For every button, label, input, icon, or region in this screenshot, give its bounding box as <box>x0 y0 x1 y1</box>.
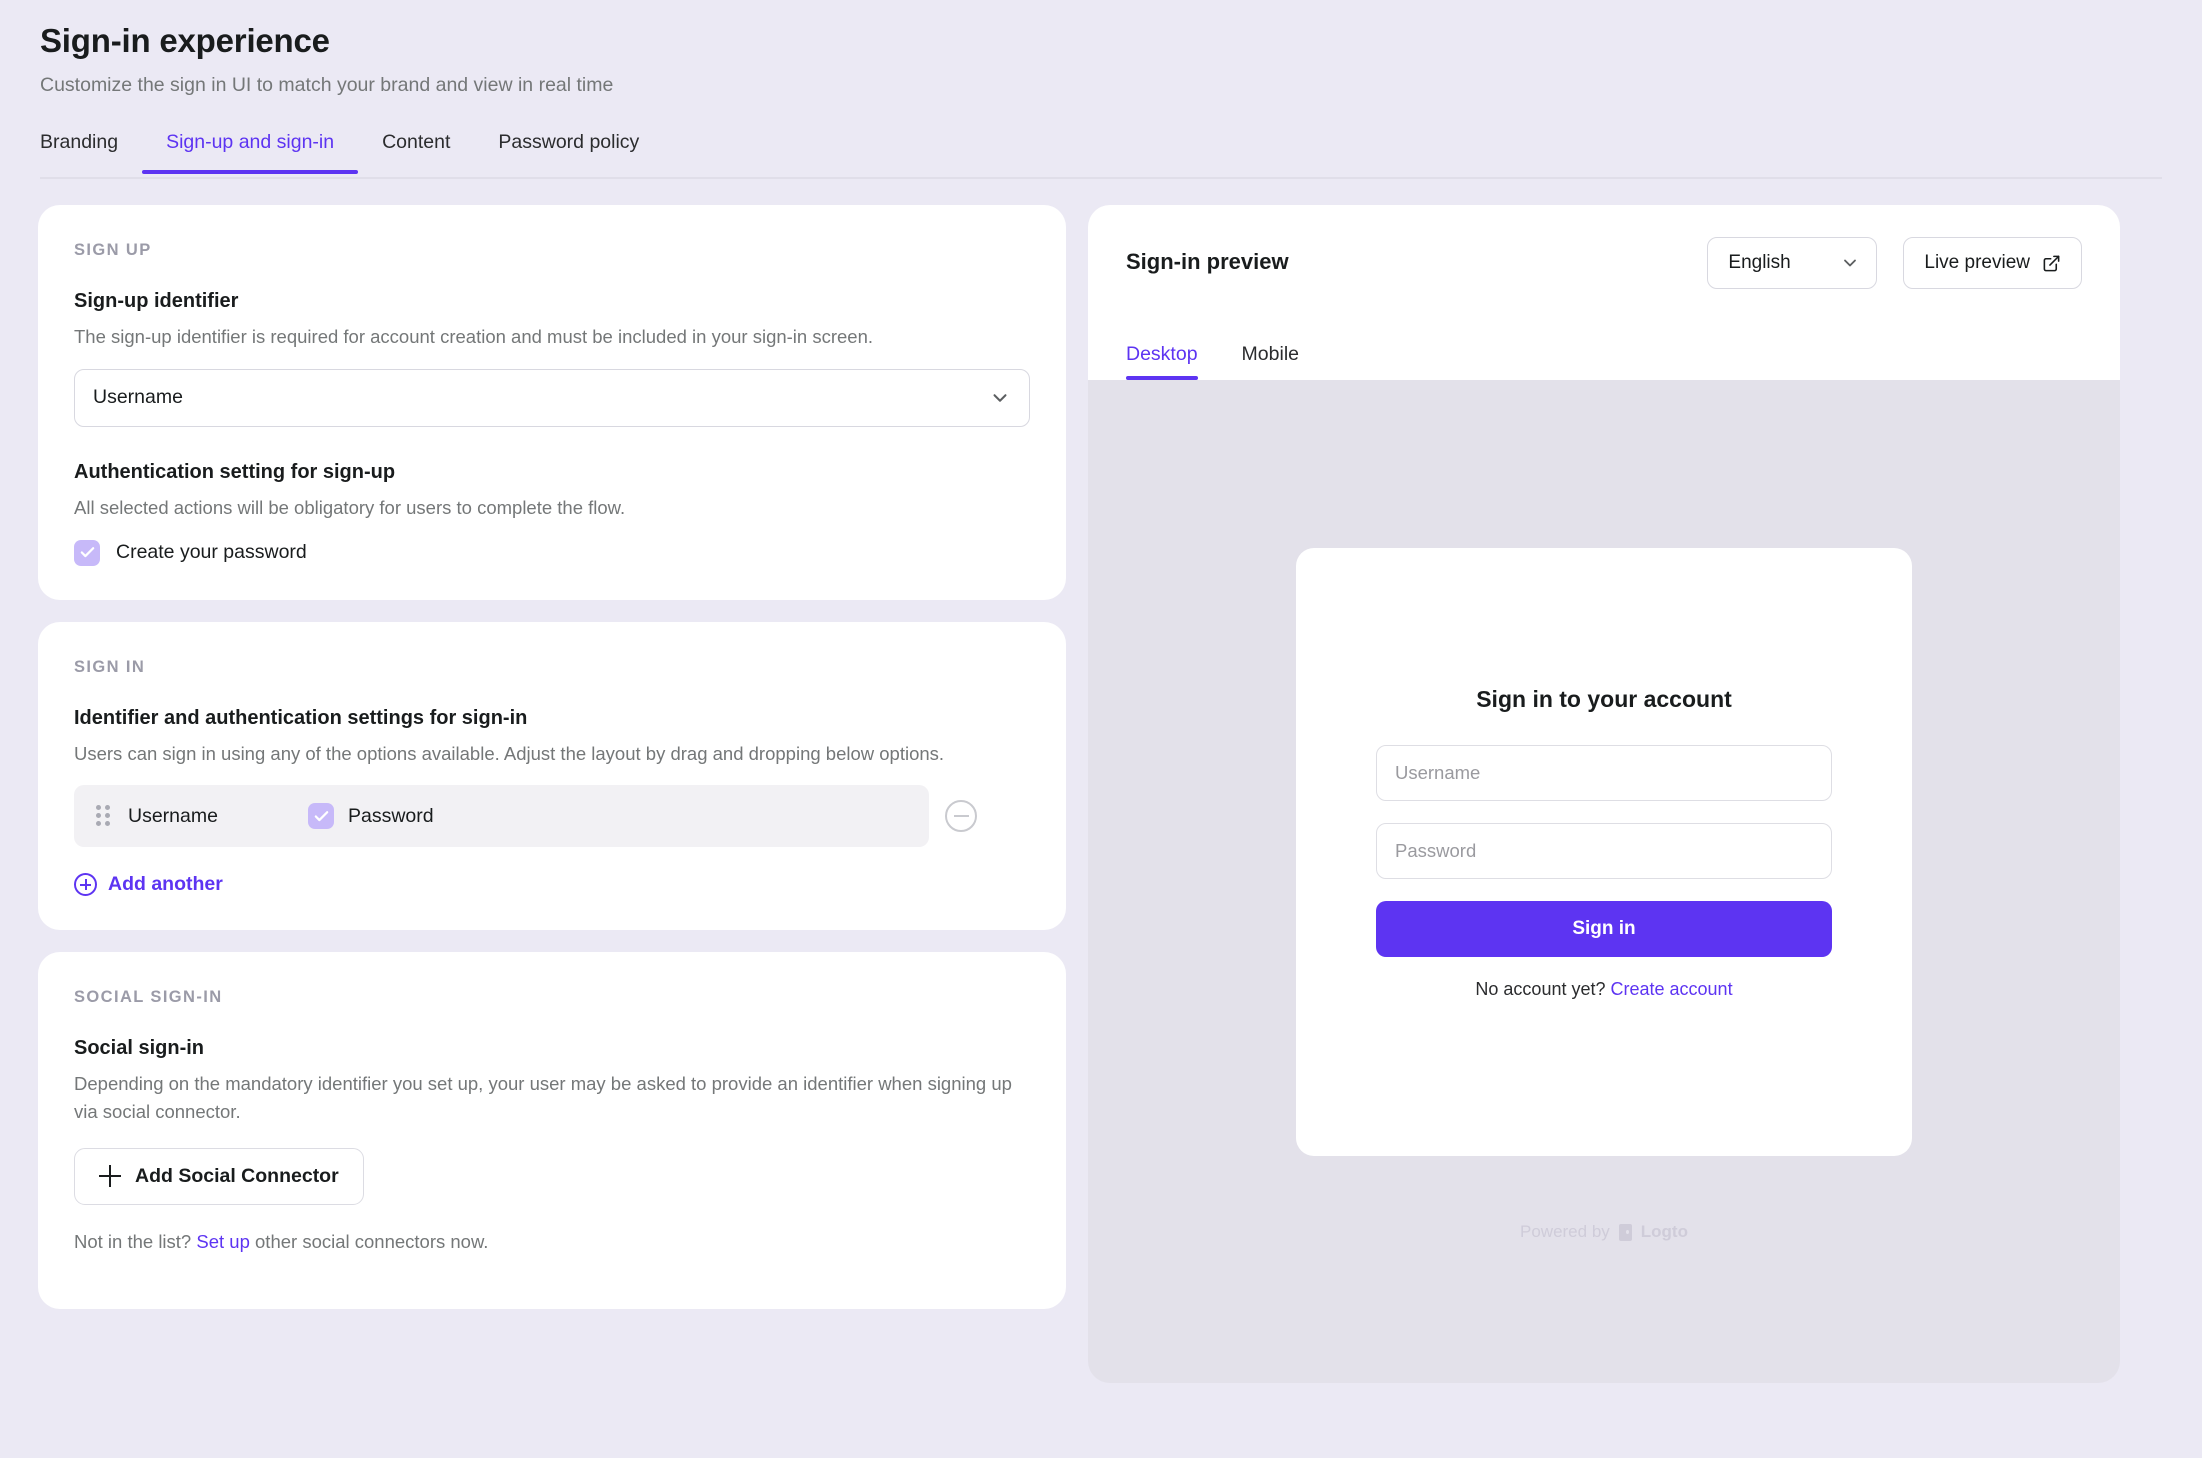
sign-in-option-row-wrapper: Username Password <box>74 785 1030 848</box>
sign-up-section-title: SIGN UP <box>74 241 152 259</box>
tab-signup-and-signin[interactable]: Sign-up and sign-in <box>142 131 359 174</box>
mock-title: Sign in to your account <box>1476 686 1732 712</box>
page-subtitle: Customize the sign in UI to match your b… <box>40 74 614 96</box>
preview-header: Sign-in preview English Live preview Des… <box>1088 205 2120 380</box>
add-social-connector-label: Add Social Connector <box>135 1164 339 1187</box>
preview-tab-mobile[interactable]: Mobile <box>1220 343 1321 380</box>
mock-username-input[interactable]: Username <box>1376 745 1832 801</box>
social-sign-in-description: Depending on the mandatory identifier yo… <box>74 1073 1012 1122</box>
powered-by-brand: Logto <box>1640 1222 1688 1241</box>
sign-in-section-title: SIGN IN <box>74 657 146 676</box>
add-another-label: Add another <box>108 873 223 896</box>
sign-in-option-factor[interactable]: Password <box>308 803 434 830</box>
tab-content[interactable]: Content <box>358 131 474 172</box>
create-password-checkbox-row[interactable]: Create your password <box>74 539 1030 566</box>
drag-handle-icon[interactable] <box>96 805 112 827</box>
language-select[interactable]: English <box>1707 237 1878 289</box>
sign-up-identifier-description: The sign-up identifier is required for a… <box>74 326 874 347</box>
page-title: Sign-in experience <box>40 22 330 59</box>
check-icon <box>314 810 328 821</box>
logto-logo-icon <box>1618 1223 1632 1241</box>
tab-branding[interactable]: Branding <box>40 131 142 172</box>
add-social-connector-button[interactable]: Add Social Connector <box>74 1147 364 1205</box>
mock-footer-text: No account yet? <box>1475 979 1611 999</box>
live-preview-button[interactable]: Live preview <box>1903 237 2082 289</box>
password-factor-checkbox[interactable] <box>308 803 334 830</box>
set-up-link[interactable]: Set up <box>196 1231 250 1252</box>
mock-sign-in-button[interactable]: Sign in <box>1376 901 1832 957</box>
sign-up-identifier-value: Username <box>93 386 183 409</box>
settings-column: SIGN UP Sign-up identifier The sign-up i… <box>38 205 1066 1331</box>
sign-in-card: SIGN IN Identifier and authentication se… <box>38 621 1066 931</box>
main-tab-bar: Branding Sign-up and sign-in Content Pas… <box>40 131 2162 179</box>
plus-circle-icon <box>74 873 97 897</box>
sign-up-card: SIGN UP Sign-up identifier The sign-up i… <box>38 205 1066 600</box>
sign-in-experience-page: Sign-in experience Customize the sign in… <box>0 0 2202 1458</box>
sign-in-settings-label: Identifier and authentication settings f… <box>74 706 528 729</box>
sign-in-option-row[interactable]: Username Password <box>74 785 929 848</box>
powered-by: Powered by Logto <box>1088 1222 2120 1242</box>
social-footnote-post: other social connectors now. <box>249 1230 489 1252</box>
sign-up-identifier-label: Sign-up identifier <box>74 290 239 312</box>
plus-icon <box>99 1165 121 1188</box>
social-sign-in-label: Social sign-in <box>74 1037 205 1060</box>
preview-tab-bar: Desktop Mobile <box>1126 343 1321 380</box>
create-password-checkbox[interactable] <box>74 539 100 566</box>
live-preview-label: Live preview <box>1924 252 2030 273</box>
social-sign-in-card: SOCIAL SIGN-IN Social sign-in Depending … <box>38 952 1066 1309</box>
mock-create-account-link[interactable]: Create account <box>1611 979 1733 999</box>
sign-up-auth-label: Authentication setting for sign-up <box>74 460 396 483</box>
page-header: Sign-in experience Customize the sign in… <box>40 22 2160 97</box>
external-link-icon <box>2043 255 2060 271</box>
sign-in-settings-description: Users can sign in using any of the optio… <box>74 742 945 764</box>
preview-body: Sign in to your account Username Passwor… <box>1088 380 2120 1383</box>
powered-by-text: Powered by <box>1520 1222 1610 1241</box>
mock-password-input[interactable]: Password <box>1376 823 1832 879</box>
add-another-button[interactable]: Add another <box>74 873 1030 897</box>
mock-footer: No account yet? Create account <box>1376 979 1832 1000</box>
social-footnote: Not in the list? Set up other social con… <box>74 1231 1030 1253</box>
preview-actions: English Live preview <box>1707 237 2082 289</box>
sign-in-mock-card: Sign in to your account Username Passwor… <box>1296 548 1912 1156</box>
sign-in-mock-form: Sign in to your account Username Passwor… <box>1376 686 1832 1000</box>
tab-password-policy[interactable]: Password policy <box>474 131 663 172</box>
social-footnote-pre: Not in the list? <box>74 1230 197 1252</box>
preview-tab-desktop[interactable]: Desktop <box>1126 343 1220 380</box>
social-section-title: SOCIAL SIGN-IN <box>74 988 223 1007</box>
sign-up-auth-description: All selected actions will be obligatory … <box>74 496 626 518</box>
chevron-down-icon <box>1844 259 1857 267</box>
sign-up-identifier-select[interactable]: Username <box>74 368 1030 427</box>
preview-title: Sign-in preview <box>1126 249 1289 274</box>
sign-in-preview-panel: Sign-in preview English Live preview Des… <box>1088 205 2120 1383</box>
chevron-down-icon <box>989 387 1011 409</box>
remove-row-icon[interactable] <box>945 800 977 833</box>
sign-in-option-identifier: Username <box>128 804 218 827</box>
create-password-label: Create your password <box>116 541 307 563</box>
language-select-value: English <box>1728 252 1791 273</box>
check-icon <box>80 547 94 558</box>
password-factor-label: Password <box>348 804 434 827</box>
